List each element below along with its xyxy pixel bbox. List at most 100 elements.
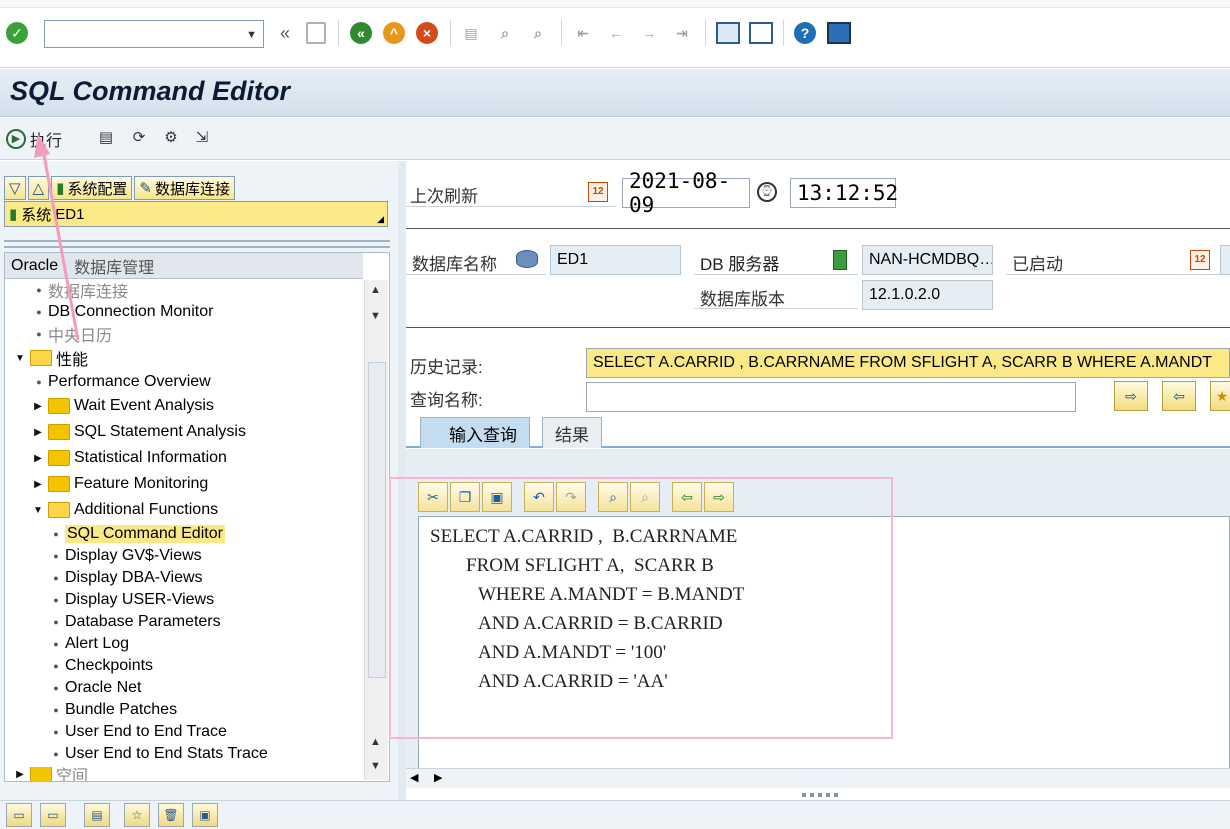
last-refresh-label: 上次刷新: [410, 187, 478, 206]
dropdown-arrow-icon[interactable]: ▼: [246, 29, 257, 41]
scroll-up-icon[interactable]: ▲: [370, 736, 381, 748]
create-session-icon[interactable]: [716, 22, 740, 44]
save-icon[interactable]: [306, 22, 326, 44]
document-icon[interactable]: ▤: [84, 803, 110, 827]
scroll-thumb[interactable]: [368, 362, 386, 678]
last-refresh-time-field: 13:12:52: [790, 178, 898, 208]
history-dropdown[interactable]: SELECT A.CARRID , B.CARRNAME FROM SFLIGH…: [586, 348, 1230, 378]
export-icon[interactable]: ⇲: [190, 128, 214, 150]
tree-node[interactable]: ● Oracle Net: [51, 677, 141, 699]
resize-handle-icon[interactable]: ◢: [377, 214, 384, 225]
next-page-icon[interactable]: →: [638, 22, 660, 44]
new-folder-icon[interactable]: ▭: [6, 803, 32, 827]
tab-result[interactable]: 结果: [542, 417, 602, 448]
system-selector[interactable]: ▮ 系统 ED1 ◢: [4, 201, 388, 227]
refresh-icon[interactable]: ⟳: [127, 128, 151, 150]
tree-node[interactable]: ● 中央日历: [34, 323, 112, 345]
print-icon[interactable]: ▤: [460, 22, 482, 44]
collapsed-icon[interactable]: ▶: [32, 401, 44, 412]
tree-node-label: 性能: [56, 352, 89, 369]
tree-node-folder[interactable]: ▶ SQL Statement Analysis: [32, 421, 246, 443]
first-page-icon[interactable]: ⇤: [572, 22, 594, 44]
command-field[interactable]: ▼: [44, 20, 264, 48]
load-query-button[interactable]: ⇦: [1162, 381, 1196, 411]
tree-node-folder[interactable]: ▶ Feature Monitoring: [32, 473, 208, 495]
find-next-icon[interactable]: ⌕: [527, 22, 549, 44]
tree-header-col1: Oracle: [11, 256, 59, 274]
execute-label: 执行: [30, 133, 63, 150]
settings-icon[interactable]: ⚙: [159, 128, 183, 150]
shortcut-icon[interactable]: [749, 22, 773, 44]
tab-collapse[interactable]: △: [27, 176, 50, 200]
tree-node-folder[interactable]: ▶ 空间: [14, 767, 88, 781]
folder-up-icon[interactable]: ▭: [40, 803, 66, 827]
layout-icon[interactable]: [827, 22, 851, 44]
tree-node[interactable]: ● Checkpoints: [51, 655, 153, 677]
tree-node[interactable]: ● Bundle Patches: [51, 699, 177, 721]
print-icon[interactable]: ▣: [192, 803, 218, 827]
favorite-button[interactable]: ★: [1210, 381, 1230, 411]
label-underline: [406, 274, 546, 275]
details-icon[interactable]: ▤: [94, 128, 118, 150]
collapsed-icon[interactable]: ▶: [32, 427, 44, 438]
tree-node[interactable]: ● Alert Log: [51, 633, 129, 655]
tree-node-folder[interactable]: ▶ Statistical Information: [32, 447, 227, 469]
tree-node-selected[interactable]: ● SQL Command Editor: [51, 523, 225, 545]
label-underline: [694, 274, 858, 275]
tab-expand[interactable]: ▽: [4, 176, 26, 200]
scroll-right-icon[interactable]: ▶: [434, 771, 442, 784]
tree-node[interactable]: ● Display GV$-Views: [51, 545, 201, 567]
tree-node[interactable]: ● User End to End Stats Trace: [51, 743, 268, 765]
collapse-icon[interactable]: «: [274, 22, 296, 44]
cancel-icon[interactable]: ×: [416, 22, 438, 44]
tree-node-label: User End to End Stats Trace: [65, 745, 268, 762]
enter-icon[interactable]: ✓: [6, 22, 28, 44]
query-name-label: 查询名称:: [410, 391, 483, 410]
page-title: SQL Command Editor: [10, 76, 291, 106]
expanded-icon[interactable]: ▼: [14, 353, 26, 364]
tree-node-folder[interactable]: ▼ 性能: [14, 347, 88, 369]
help-icon[interactable]: ?: [794, 22, 816, 44]
connection-icon: ✎: [139, 180, 152, 197]
tree-node[interactable]: ● Display DBA-Views: [51, 567, 202, 589]
tab-db-connection[interactable]: ✎ 数据库连接: [134, 176, 235, 200]
server-icon: ▮: [9, 206, 18, 223]
save-query-button[interactable]: ⇨: [1114, 381, 1148, 411]
back-nav-icon[interactable]: «: [350, 22, 372, 44]
scroll-left-icon[interactable]: ◀: [410, 771, 418, 784]
tree-node[interactable]: ● 数据库连接: [34, 279, 128, 301]
expanded-icon[interactable]: ▼: [32, 505, 44, 516]
tab-system-config[interactable]: ▮ 系统配置: [51, 176, 133, 200]
section-divider: [406, 228, 1230, 229]
execute-button[interactable]: ▶ 执行: [6, 126, 62, 152]
scroll-down-icon[interactable]: ▼: [370, 760, 381, 772]
scroll-down-icon[interactable]: ▼: [370, 310, 381, 322]
tab-label: 输入查询: [449, 425, 517, 445]
find-icon[interactable]: ⌕: [494, 22, 516, 44]
collapsed-icon[interactable]: ▶: [32, 479, 44, 490]
tree-node[interactable]: ● User End to End Trace: [51, 721, 227, 743]
favorites-icon[interactable]: ☆: [124, 803, 150, 827]
tree-node-label: Database Parameters: [65, 613, 221, 630]
tree-node[interactable]: ● Display USER-Views: [51, 589, 214, 611]
tab-input-query[interactable]: 输入查询: [420, 417, 530, 448]
delete-icon[interactable]: 🗑: [158, 803, 184, 827]
tree-node-label: Statistical Information: [74, 449, 227, 466]
tree-node[interactable]: ● Performance Overview: [34, 371, 210, 393]
tree-node-folder[interactable]: ▼ Additional Functions: [32, 499, 218, 521]
horizontal-scrollbar[interactable]: [406, 768, 1230, 788]
tree-node-label: 空间: [56, 768, 89, 781]
scroll-up-icon[interactable]: ▲: [370, 284, 381, 296]
tree-node[interactable]: ● DB Connection Monitor: [34, 301, 213, 323]
started-field: [1220, 245, 1230, 275]
collapsed-icon[interactable]: ▶: [14, 769, 26, 780]
tree-node-folder[interactable]: ▶ Wait Event Analysis: [32, 395, 214, 417]
folder-icon: [48, 398, 70, 414]
query-name-input[interactable]: [586, 382, 1076, 412]
prev-page-icon[interactable]: ←: [605, 22, 627, 44]
server-icon: ▮: [56, 180, 65, 197]
tree-node[interactable]: ● Database Parameters: [51, 611, 221, 633]
collapsed-icon[interactable]: ▶: [32, 453, 44, 464]
last-page-icon[interactable]: ⇥: [671, 22, 693, 44]
exit-icon[interactable]: ^: [383, 22, 405, 44]
